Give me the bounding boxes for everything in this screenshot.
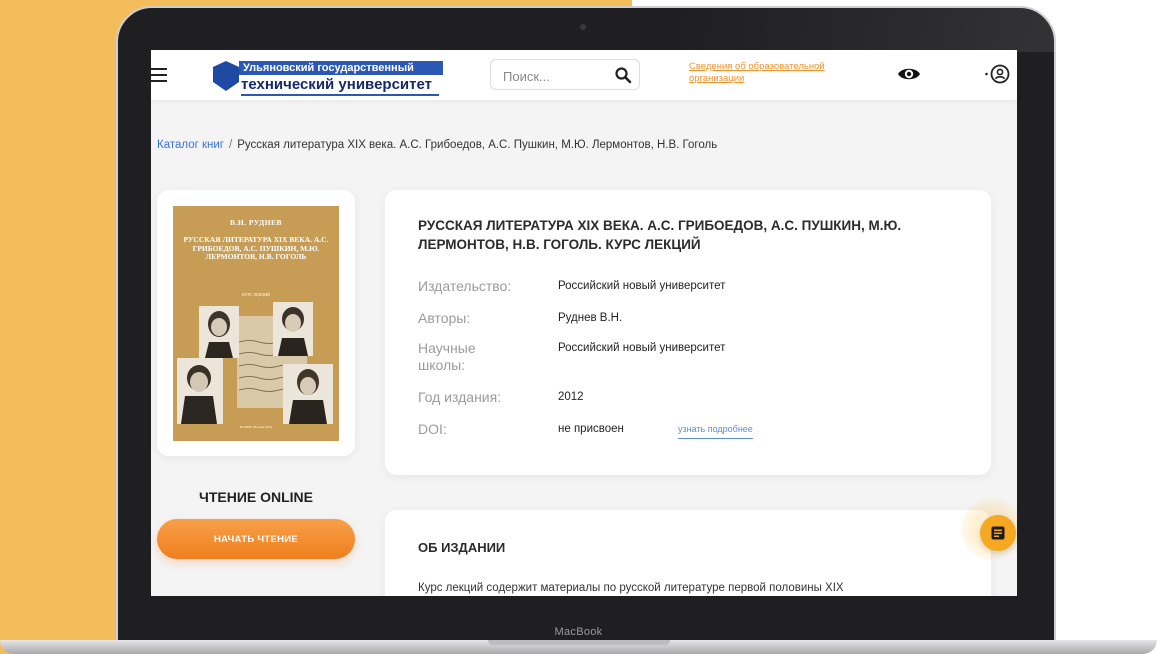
user-icon[interactable] bbox=[984, 63, 1010, 85]
book-cover-image[interactable]: В.Н. РУДНЕВ РУССКАЯ ЛИТЕРАТУРА XIX ВЕКА.… bbox=[173, 206, 339, 441]
camera-dot bbox=[580, 24, 586, 30]
eye-icon[interactable] bbox=[897, 64, 921, 84]
search-box[interactable] bbox=[490, 59, 640, 90]
book-cover-card: В.Н. РУДНЕВ РУССКАЯ ЛИТЕРАТУРА XIX ВЕКА.… bbox=[157, 190, 355, 456]
university-logo[interactable]: Ульяновский государственный технический … bbox=[213, 59, 445, 99]
about-title: ОБ ИЗДАНИИ bbox=[418, 540, 506, 555]
search-icon[interactable] bbox=[614, 66, 632, 84]
cover-author: В.Н. РУДНЕВ bbox=[229, 218, 283, 227]
breadcrumb: Каталог книг / Русская литература XIX века… bbox=[157, 139, 717, 151]
start-reading-button[interactable]: НАЧАТЬ ЧТЕНИЕ bbox=[157, 519, 355, 559]
info-label: Издательство: bbox=[418, 278, 512, 294]
info-value: Российский новый университет bbox=[558, 280, 726, 292]
info-value: не присвоен bbox=[558, 423, 624, 435]
doi-more-link[interactable]: узнать подробнее bbox=[678, 422, 753, 439]
cover-title: РУССКАЯ ЛИТЕРАТУРА XIX ВЕКА. А.С. ГРИБОЕ… bbox=[183, 235, 329, 261]
logo-emblem-icon bbox=[213, 61, 239, 91]
info-label: Научные школы: bbox=[418, 340, 476, 373]
book-info-card: Русская литература XIX века. А.С. Грибое… bbox=[385, 190, 991, 475]
breadcrumb-separator: / bbox=[229, 139, 233, 151]
book-title: Русская литература XIX века. А.С. Грибое… bbox=[418, 218, 902, 252]
info-value: Руднев В.Н. bbox=[558, 312, 623, 324]
site-header: Ульяновский государственный технический … bbox=[151, 50, 1017, 100]
logo-line-2: технический университет bbox=[241, 76, 432, 93]
breadcrumb-current: Русская литература XIX века. А.С. Грибое… bbox=[237, 139, 718, 151]
notes-icon bbox=[991, 526, 1005, 540]
breadcrumb-catalog-link[interactable]: Каталог книг bbox=[157, 139, 224, 151]
read-online-title: ЧТЕНИЕ ONLINE bbox=[198, 489, 314, 505]
device-brand-label: MacBook bbox=[554, 626, 603, 638]
info-label: Год издания: bbox=[418, 389, 502, 405]
cover-footer: РосНОУ Москва 2012 bbox=[239, 425, 273, 429]
cover-portraits-illustration bbox=[177, 302, 333, 424]
info-label: DOI: bbox=[418, 421, 447, 437]
search-input[interactable] bbox=[501, 66, 605, 86]
org-info-link[interactable]: Сведения об образовательной организации bbox=[689, 61, 849, 85]
logo-line-1: Ульяновский государственный bbox=[239, 61, 443, 75]
notes-button[interactable] bbox=[980, 515, 1016, 551]
info-label: Авторы: bbox=[418, 310, 471, 326]
browser-screen: Ульяновский государственный технический … bbox=[151, 50, 1017, 596]
cover-subtitle: КУРС ЛЕКЦИЙ bbox=[242, 292, 270, 297]
about-card: ОБ ИЗДАНИИ Курс лекций содержит материал… bbox=[385, 510, 991, 596]
about-text: Курс лекций содержит материалы по русско… bbox=[418, 582, 844, 594]
info-value: 2012 bbox=[558, 391, 584, 403]
info-value: Российский новый университет bbox=[558, 342, 726, 354]
hamburger-icon[interactable] bbox=[151, 68, 167, 83]
